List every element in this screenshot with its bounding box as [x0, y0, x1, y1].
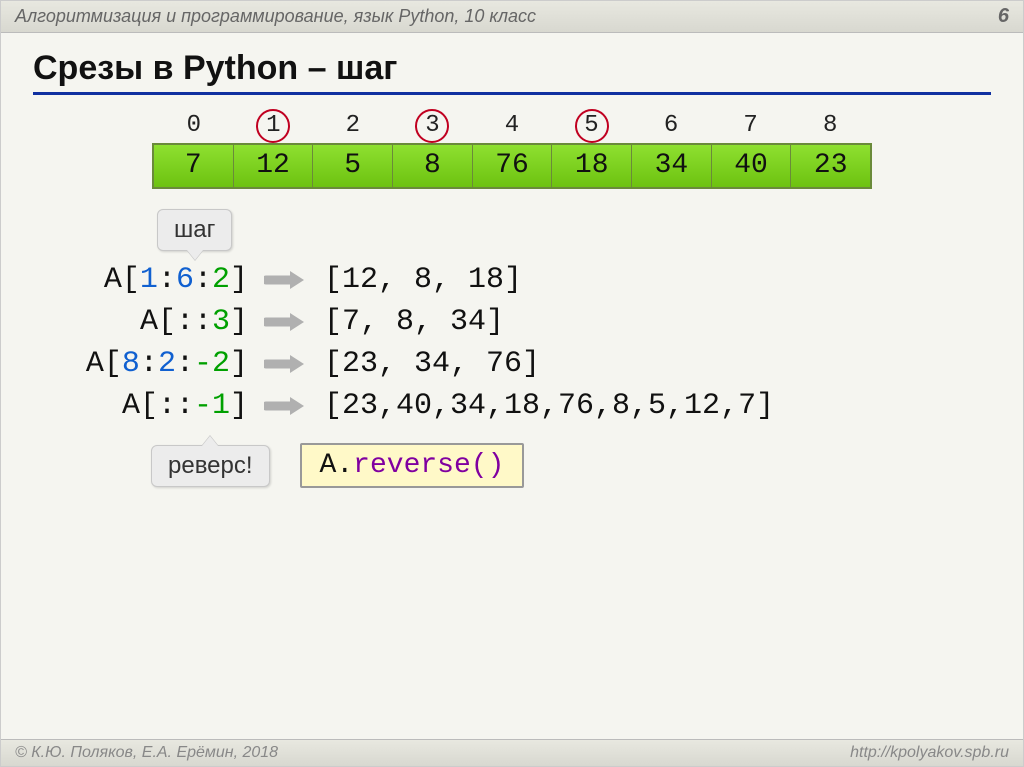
index-cell: 2: [315, 109, 391, 143]
page-title: Срезы в Python – шаг: [33, 49, 1023, 88]
footer-url: http://kpolyakov.spb.ru: [850, 744, 1009, 762]
reverse-row: реверс! A.reverse(): [151, 443, 1023, 488]
title-rule: [33, 92, 991, 95]
example-line: A[8:2:-2] [23, 34, 76]: [43, 347, 1023, 381]
index-cell: 6: [633, 109, 709, 143]
value-cell: 40: [712, 145, 792, 187]
value-cell: 23: [791, 145, 870, 187]
arrow-icon: [264, 269, 306, 291]
value-cell: 7: [154, 145, 234, 187]
index-cell: 4: [474, 109, 550, 143]
example-line: A[::3] [7, 8, 34]: [43, 305, 1023, 339]
example-line: A[1:6:2] [12, 8, 18]: [43, 263, 1023, 297]
callout-reverse: реверс!: [151, 445, 270, 487]
value-cell: 12: [234, 145, 314, 187]
code-box-method: reverse(): [353, 450, 504, 481]
index-cell: 1: [235, 109, 311, 143]
page-number: 6: [998, 5, 1009, 28]
index-cell: 7: [713, 109, 789, 143]
footer: © К.Ю. Поляков, Е.А. Ерёмин, 2018 http:/…: [1, 739, 1023, 766]
example-rhs: [23,40,34,18,76,8,5,12,7]: [324, 389, 774, 423]
index-cell: 5: [554, 109, 630, 143]
header-title: Алгоритмизация и программирование, язык …: [15, 6, 536, 27]
array-diagram: 012345678 712587618344023: [152, 109, 872, 189]
example-lhs: A[::3]: [43, 305, 248, 339]
footer-copyright: © К.Ю. Поляков, Е.А. Ерёмин, 2018: [15, 744, 278, 762]
value-cell: 34: [632, 145, 712, 187]
code-box-var: A.: [320, 450, 354, 481]
example-line: A[::-1] [23,40,34,18,76,8,5,12,7]: [43, 389, 1023, 423]
index-cell: 0: [156, 109, 232, 143]
arrow-icon: [264, 395, 306, 417]
code-box: A.reverse(): [300, 443, 525, 488]
example-lhs: A[::-1]: [43, 389, 248, 423]
example-rhs: [7, 8, 34]: [324, 305, 504, 339]
example-rhs: [23, 34, 76]: [324, 347, 540, 381]
value-cell: 8: [393, 145, 473, 187]
callout-step: шаг: [157, 209, 232, 251]
arrow-icon: [264, 353, 306, 375]
example-lhs: A[8:2:-2]: [43, 347, 248, 381]
callout-reverse-label: реверс!: [168, 452, 253, 479]
value-cell: 5: [313, 145, 393, 187]
index-cell: 8: [792, 109, 868, 143]
example-lhs: A[1:6:2]: [43, 263, 248, 297]
callout-step-label: шаг: [174, 216, 215, 243]
index-cell: 3: [394, 109, 470, 143]
value-cell: 18: [552, 145, 632, 187]
arrow-icon: [264, 311, 306, 333]
header: Алгоритмизация и программирование, язык …: [1, 1, 1023, 33]
example-rhs: [12, 8, 18]: [324, 263, 522, 297]
value-cell: 76: [473, 145, 553, 187]
examples: A[1:6:2] [12, 8, 18]A[::3] [7, 8, 34]A[8:2…: [43, 263, 1023, 423]
